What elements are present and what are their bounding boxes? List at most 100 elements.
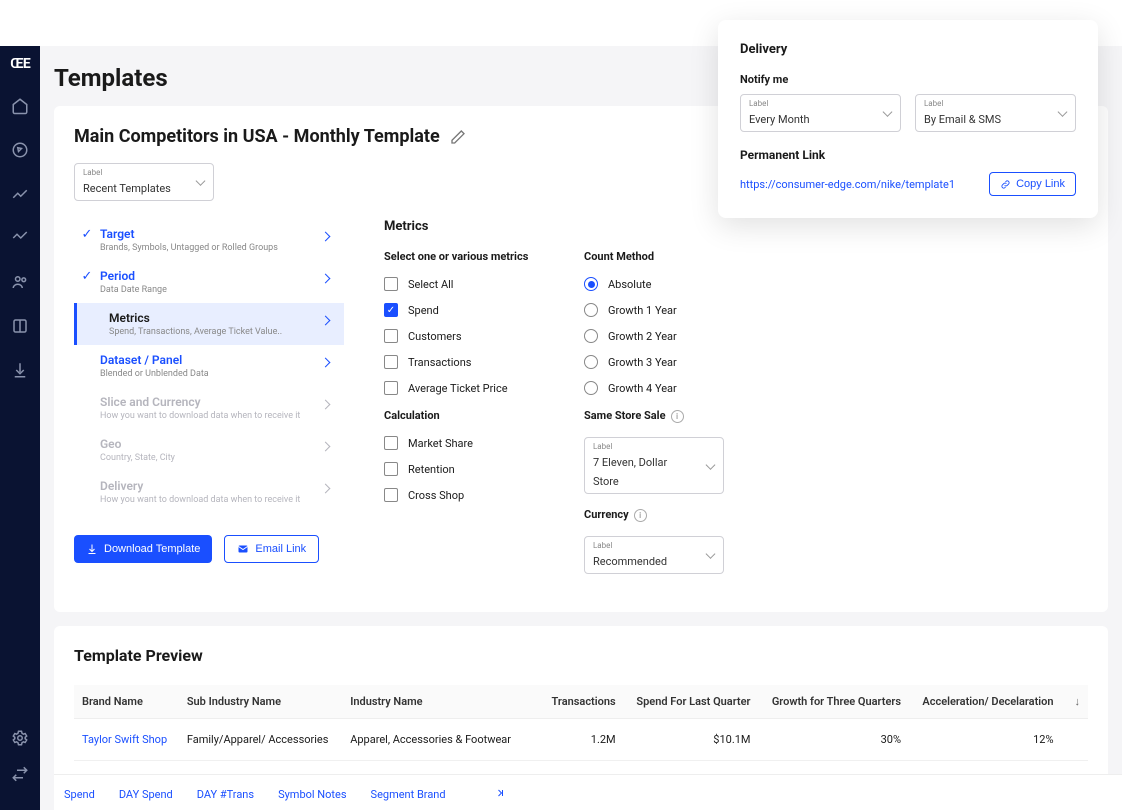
info-icon[interactable]: i <box>671 410 684 423</box>
cell-spend: $10.1M <box>624 719 759 761</box>
popover-title: Delivery <box>740 42 1076 57</box>
metric-option-spend[interactable]: ✓ Spend <box>384 303 534 317</box>
calculation-title: Calculation <box>384 409 534 422</box>
nav-home-icon[interactable] <box>10 96 30 116</box>
step-geo[interactable]: GeoCountry, State, City <box>74 429 344 471</box>
count-option-absolute[interactable]: Absolute <box>584 277 749 291</box>
check-icon: ✓ <box>78 269 96 284</box>
select-label: Label <box>83 168 185 177</box>
permanent-link[interactable]: https://consumer-edge.com/nike/template1 <box>740 178 955 191</box>
download-label: Download Template <box>104 543 200 555</box>
step-title: Target <box>100 227 320 241</box>
step-title: Geo <box>100 437 320 451</box>
count-option-growth-3-year[interactable]: Growth 3 Year <box>584 355 749 369</box>
currency-select[interactable]: Label Recommended <box>584 536 724 574</box>
nav-compass-icon[interactable] <box>10 140 30 160</box>
col-header[interactable]: Industry Name <box>342 685 540 719</box>
checkbox-icon <box>384 462 398 476</box>
currency-value: Recommended <box>593 555 667 568</box>
chevron-right-icon <box>320 359 334 373</box>
checkbox-icon <box>384 488 398 502</box>
checkbox-icon <box>384 329 398 343</box>
count-option-growth-4-year[interactable]: Growth 4 Year <box>584 381 749 395</box>
metrics-heading: Metrics <box>384 219 1088 234</box>
nav-layout-icon[interactable] <box>10 316 30 336</box>
chevron-right-icon <box>320 275 334 289</box>
step-title: Metrics <box>109 311 320 325</box>
nav-settings-icon[interactable] <box>10 728 30 748</box>
sheet-tab-spend[interactable]: Spend <box>64 788 95 801</box>
option-label: Average Ticket Price <box>408 382 508 395</box>
checkbox-icon: ✓ <box>384 303 398 317</box>
option-label: Growth 4 Year <box>608 382 677 395</box>
option-label: Transactions <box>408 356 471 369</box>
frequency-select[interactable]: Label Every Month <box>740 94 901 132</box>
delivery-popover: Delivery Notify me Label Every Month Lab… <box>718 20 1098 218</box>
brand-logo: ŒE <box>10 56 29 72</box>
count-option-growth-1-year[interactable]: Growth 1 Year <box>584 303 749 317</box>
step-target[interactable]: ✓TargetBrands, Symbols, Untagged or Roll… <box>74 219 344 261</box>
nav-users-icon[interactable] <box>10 272 30 292</box>
radio-icon <box>584 355 598 369</box>
metric-option-cross-shop[interactable]: Cross Shop <box>384 488 534 502</box>
nav-trend-line-icon[interactable] <box>10 228 30 248</box>
sheet-tab-segment-brand[interactable]: Segment Brand <box>371 788 446 801</box>
step-metrics[interactable]: MetricsSpend, Transactions, Average Tick… <box>74 303 344 345</box>
sss-label: Label <box>593 442 695 451</box>
metric-option-customers[interactable]: Customers <box>384 329 534 343</box>
step-period[interactable]: ✓PeriodData Date Range <box>74 261 344 303</box>
sheet-tab-symbol-notes[interactable]: Symbol Notes <box>278 788 346 801</box>
metric-option-retention[interactable]: Retention <box>384 462 534 476</box>
metrics-select-title: Select one or various metrics <box>384 250 534 263</box>
metric-option-average-ticket-price[interactable]: Average Ticket Price <box>384 381 534 395</box>
col-header[interactable]: Acceleration/ Decelaration <box>909 685 1062 719</box>
sheet-tabs: Spend DAY Spend DAY #Trans Symbol Notes Segm… <box>54 774 1122 810</box>
sort-column[interactable]: ↓ <box>1062 685 1088 719</box>
option-label: Growth 1 Year <box>608 304 677 317</box>
col-header[interactable]: Brand Name <box>74 685 179 719</box>
step-delivery[interactable]: DeliveryHow you want to download data wh… <box>74 471 344 513</box>
col-header[interactable]: Spend For Last Quarter <box>624 685 759 719</box>
email-link-button[interactable]: Email Link <box>224 535 319 563</box>
cell-growth: 30% <box>759 719 910 761</box>
brand-link[interactable]: Taylor Swift Shop <box>74 719 179 761</box>
metric-option-market-share[interactable]: Market Share <box>384 436 534 450</box>
info-icon[interactable]: i <box>634 509 647 522</box>
check-icon: ✓ <box>78 227 96 242</box>
same-store-select[interactable]: Label 7 Eleven, Dollar Store <box>584 437 724 494</box>
metric-option-transactions[interactable]: Transactions <box>384 355 534 369</box>
sheet-tab-day-trans[interactable]: DAY #Trans <box>197 788 254 801</box>
copy-link-button[interactable]: Copy Link <box>989 172 1076 196</box>
col-header[interactable]: Growth for Three Quarters <box>759 685 910 719</box>
count-option-growth-2-year[interactable]: Growth 2 Year <box>584 329 749 343</box>
step-subtitle: How you want to download data when to re… <box>100 411 320 421</box>
template-name: Main Competitors in USA - Monthly Templa… <box>74 126 440 147</box>
col-header[interactable]: Sub Industry Name <box>179 685 342 719</box>
sss-value: 7 Eleven, Dollar Store <box>593 456 667 488</box>
download-template-button[interactable]: Download Template <box>74 535 212 563</box>
step-slice-and-currency[interactable]: Slice and CurrencyHow you want to downlo… <box>74 387 344 429</box>
radio-icon <box>584 381 598 395</box>
checkbox-icon <box>384 277 398 291</box>
option-label: Retention <box>408 463 455 476</box>
metric-option-select-all[interactable]: Select All <box>384 277 534 291</box>
option-label: Absolute <box>608 278 651 291</box>
option-label: Spend <box>408 304 439 317</box>
nav-download-icon[interactable] <box>10 360 30 380</box>
cell-industry: Apparel, Accessories & Footwear <box>342 719 540 761</box>
chevron-right-icon <box>320 317 334 331</box>
sheet-tab-day-spend[interactable]: DAY Spend <box>119 788 173 801</box>
nav-swap-icon[interactable] <box>10 764 30 784</box>
step-dataset-panel[interactable]: Dataset / PanelBlended or Unblended Data <box>74 345 344 387</box>
method-select[interactable]: Label By Email & SMS <box>915 94 1076 132</box>
nav-trend-up-icon[interactable] <box>10 184 30 204</box>
cell-accel: 12% <box>909 719 1062 761</box>
recent-templates-select[interactable]: Label Recent Templates <box>74 163 214 201</box>
sheet-next-icon[interactable] <box>494 787 506 799</box>
edit-icon[interactable] <box>450 129 466 145</box>
checkbox-icon <box>384 355 398 369</box>
count-method-title: Count Method <box>584 250 749 263</box>
col-header[interactable]: Transactions <box>541 685 624 719</box>
option-label: Growth 3 Year <box>608 356 677 369</box>
freq-value: Every Month <box>749 113 810 126</box>
